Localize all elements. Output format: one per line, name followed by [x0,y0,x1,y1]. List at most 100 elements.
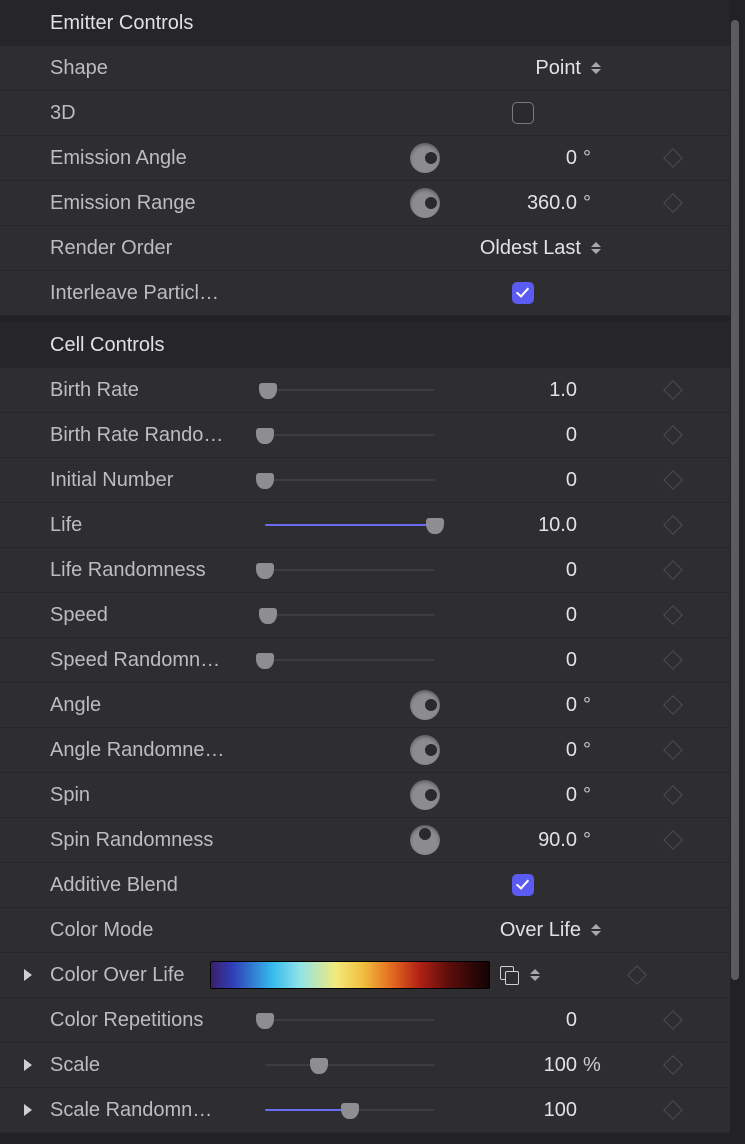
row-scale-rand: Scale Randomn… 100 [0,1088,730,1133]
dial-emission-range[interactable] [410,188,440,218]
keyframe-icon[interactable] [663,515,683,535]
value-color-reps[interactable]: 0 [566,1009,577,1032]
render-order-select[interactable]: Oldest Last [480,236,605,260]
checkbox-interleave[interactable] [512,282,534,304]
slider-life-rand[interactable] [265,562,435,578]
select-caret-icon [587,918,605,942]
unit-degree: ° [577,829,605,852]
row-color-mode: Color Mode Over Life [0,908,730,953]
gradient-preset-icon[interactable] [500,966,518,984]
slider-scale[interactable] [265,1057,435,1073]
label-speed: Speed [0,604,260,627]
scrollbar[interactable] [731,20,739,980]
row-life-rand: Life Randomness 0 [0,548,730,593]
keyframe-icon[interactable] [663,470,683,490]
label-interleave: Interleave Particl… [0,282,260,305]
row-color-reps: Color Repetitions 0 [0,998,730,1043]
row-angle: Angle 0° [0,683,730,728]
keyframe-icon[interactable] [663,1100,683,1120]
row-color-over-life: Color Over Life [0,953,730,998]
keyframe-icon[interactable] [627,965,647,985]
row-speed-rand: Speed Randomn… 0 [0,638,730,683]
render-order-value: Oldest Last [480,237,581,260]
select-caret-icon[interactable] [526,963,544,987]
dial-angle[interactable] [410,690,440,720]
keyframe-icon[interactable] [663,785,683,805]
shape-value: Point [535,57,581,80]
row-shape: Shape Point [0,46,730,91]
row-emission-angle: Emission Angle 0 ° [0,136,730,181]
value-life-rand[interactable]: 0 [566,559,577,582]
label-emission-angle: Emission Angle [0,147,260,170]
keyframe-icon[interactable] [663,1055,683,1075]
keyframe-icon[interactable] [663,650,683,670]
disclosure-triangle-icon[interactable] [24,1059,32,1071]
row-life: Life 10.0 [0,503,730,548]
gradient-color-over-life[interactable] [210,961,490,989]
dial-angle-rand[interactable] [410,735,440,765]
value-emission-angle[interactable]: 0 [566,147,577,170]
disclosure-triangle-icon[interactable] [24,1104,32,1116]
label-initial-number: Initial Number [0,469,260,492]
slider-scale-rand[interactable] [265,1102,435,1118]
value-spin-rand[interactable]: 90.0 [538,829,577,852]
label-scale: Scale [0,1054,260,1077]
checkbox-additive[interactable] [512,874,534,896]
row-spin: Spin 0° [0,773,730,818]
label-life-rand: Life Randomness [0,559,260,582]
slider-color-reps[interactable] [265,1012,435,1028]
unit-degree: ° [577,739,605,762]
row-initial-number: Initial Number 0 [0,458,730,503]
value-speed[interactable]: 0 [566,604,577,627]
label-angle: Angle [0,694,260,717]
disclosure-triangle-icon[interactable] [24,969,32,981]
value-scale-rand[interactable]: 100 [544,1099,577,1122]
select-caret-icon [587,56,605,80]
label-life: Life [0,514,260,537]
row-angle-rand: Angle Randomne… 0° [0,728,730,773]
keyframe-icon[interactable] [663,380,683,400]
slider-life[interactable] [265,517,435,533]
row-emission-range: Emission Range 360.0 ° [0,181,730,226]
checkbox-3d[interactable] [512,102,534,124]
value-emission-range[interactable]: 360.0 [527,192,577,215]
value-angle-rand[interactable]: 0 [566,739,577,762]
value-birth-rate[interactable]: 1.0 [549,379,577,402]
slider-initial-number[interactable] [265,472,435,488]
value-scale[interactable]: 100 [544,1054,577,1077]
keyframe-icon[interactable] [663,425,683,445]
dial-spin[interactable] [410,780,440,810]
keyframe-icon[interactable] [663,193,683,213]
slider-birth-rate-rand[interactable] [265,427,435,443]
value-spin[interactable]: 0 [566,784,577,807]
dial-emission-angle[interactable] [410,143,440,173]
label-color-mode: Color Mode [0,919,260,942]
shape-select[interactable]: Point [535,56,605,80]
value-birth-rate-rand[interactable]: 0 [566,424,577,447]
section-header-cell: Cell Controls [0,322,730,368]
label-scale-rand: Scale Randomn… [0,1099,260,1122]
keyframe-icon[interactable] [663,830,683,850]
label-render-order: Render Order [0,237,260,260]
keyframe-icon[interactable] [663,1010,683,1030]
label-spin: Spin [0,784,260,807]
slider-speed-rand[interactable] [265,652,435,668]
value-initial-number[interactable]: 0 [566,469,577,492]
keyframe-icon[interactable] [663,560,683,580]
value-life[interactable]: 10.0 [538,514,577,537]
dial-spin-rand[interactable] [410,825,440,855]
value-speed-rand[interactable]: 0 [566,649,577,672]
value-angle[interactable]: 0 [566,694,577,717]
row-birth-rate-rand: Birth Rate Rando… 0 [0,413,730,458]
keyframe-icon[interactable] [663,148,683,168]
label-color-reps: Color Repetitions [0,1009,260,1032]
color-mode-select[interactable]: Over Life [500,918,605,942]
row-additive: Additive Blend [0,863,730,908]
scrollbar-thumb[interactable] [731,20,739,980]
slider-birth-rate[interactable] [265,382,435,398]
keyframe-icon[interactable] [663,605,683,625]
keyframe-icon[interactable] [663,740,683,760]
keyframe-icon[interactable] [663,695,683,715]
slider-speed[interactable] [265,607,435,623]
row-spin-rand: Spin Randomness 90.0° [0,818,730,863]
